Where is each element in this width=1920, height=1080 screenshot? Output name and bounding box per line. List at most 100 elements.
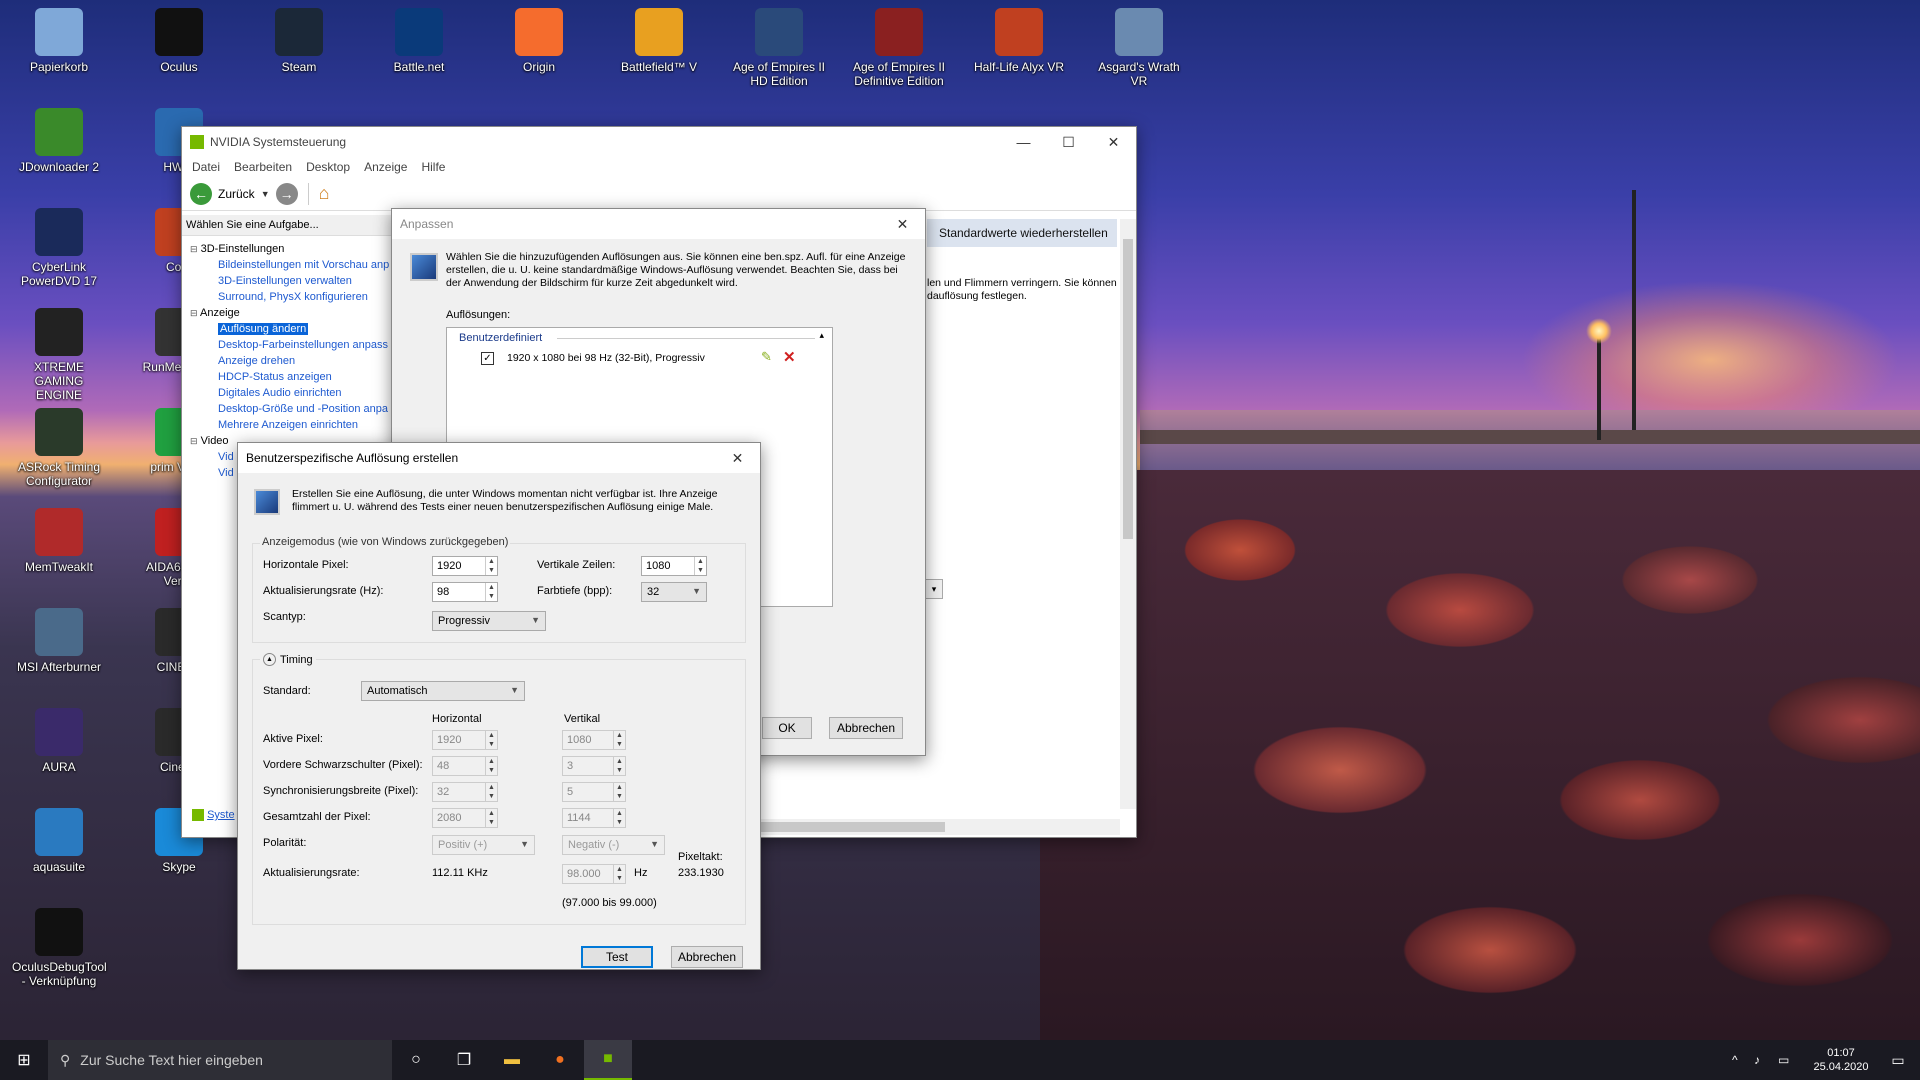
desktop-icon[interactable]: Battle.net — [372, 8, 466, 74]
file-explorer-icon[interactable]: ▬ — [488, 1040, 536, 1080]
tree-collapse-icon[interactable]: ⊟ — [190, 436, 198, 446]
desktop-icon[interactable]: MSI Afterburner — [12, 608, 106, 674]
task-view-icon[interactable]: ❐ — [440, 1040, 488, 1080]
resolution-entry[interactable]: 1920 x 1080 bei 98 Hz (32-Bit), Progress… — [507, 352, 705, 364]
chevron-down-icon: ▼ — [520, 839, 529, 849]
menu-anzeige[interactable]: Anzeige — [364, 160, 407, 174]
spinner-icon[interactable]: ▲ ▼ — [694, 557, 706, 575]
close-icon[interactable]: ✕ — [1091, 127, 1136, 157]
tree-item-selected[interactable]: Auflösung ändern — [218, 323, 309, 335]
desktop-icon-label: Papierkorb — [29, 60, 89, 74]
refresh-rate-input[interactable]: 98 ▲ ▼ — [432, 582, 498, 602]
tree-item[interactable]: Surround, PhysX konfigurieren — [190, 289, 395, 305]
desktop-icon[interactable]: Age of Empires II Definitive Edition — [852, 8, 946, 88]
nvidia-toolbar: ← Zurück ▼ → ⌂ — [182, 177, 1136, 211]
cancel-button[interactable]: Abbrechen — [829, 717, 903, 739]
close-icon[interactable]: ✕ — [880, 209, 925, 239]
h-pixel-input[interactable]: 1920 ▲ ▼ — [432, 556, 498, 576]
desktop-icon[interactable]: JDownloader 2 — [12, 108, 106, 174]
horizontal-scrollbar[interactable] — [755, 819, 1120, 835]
firefox-icon[interactable]: ● — [536, 1040, 584, 1080]
menu-datei[interactable]: Datei — [192, 160, 220, 174]
notifications-icon[interactable]: ▭ — [1876, 1052, 1920, 1069]
desktop-icon[interactable]: Oculus — [132, 8, 226, 74]
volume-icon[interactable]: ♪ — [1754, 1053, 1778, 1067]
desktop-icon[interactable]: Battlefield™ V — [612, 8, 706, 74]
dropdown-arrow-icon[interactable]: ▾ — [925, 579, 943, 599]
tree-item[interactable]: Bildeinstellungen mit Vorschau anp — [190, 257, 395, 273]
spinner-icon: ▲ ▼ — [485, 731, 497, 749]
system-info-link[interactable]: Syste — [192, 809, 235, 822]
color-depth-select[interactable]: 32 ▼ — [641, 582, 707, 602]
desktop-icon[interactable]: Steam — [252, 8, 346, 74]
desktop-icon[interactable]: CyberLink PowerDVD 17 — [12, 208, 106, 288]
tree-item[interactable]: Desktop-Farbeinstellungen anpass — [190, 337, 395, 353]
cortana-icon[interactable]: ○ — [392, 1040, 440, 1080]
v-lines-input[interactable]: 1080 ▲ ▼ — [641, 556, 707, 576]
close-icon[interactable]: ✕ — [715, 443, 760, 473]
windows-start-icon[interactable]: ⊞ — [0, 1040, 48, 1080]
desktop-icon[interactable]: XTREME GAMING ENGINE — [12, 308, 106, 402]
tree-item[interactable]: HDCP-Status anzeigen — [190, 369, 395, 385]
test-button[interactable]: Test — [581, 946, 653, 968]
menu-bearbeiten[interactable]: Bearbeiten — [234, 160, 292, 174]
desktop-icon[interactable]: AURA — [12, 708, 106, 774]
desktop-icon[interactable]: ASRock Timing Configurator — [12, 408, 106, 488]
desktop-icon[interactable]: OculusDebugTool - Verknüpfung — [12, 908, 107, 988]
standard-select[interactable]: Automatisch ▼ — [361, 681, 525, 701]
desktop-icon-label: Steam — [281, 60, 317, 74]
search-box[interactable]: ⚲ Zur Suche Text hier eingeben — [48, 1040, 392, 1080]
desktop-icon[interactable]: Age of Empires II HD Edition — [732, 8, 826, 88]
tray-expand-icon[interactable]: ^ — [1732, 1053, 1754, 1067]
desktop-icon[interactable]: MemTweakIt — [12, 508, 106, 574]
resolution-checkbox[interactable]: ✓ — [481, 352, 494, 365]
scrollbar-thumb[interactable] — [1123, 239, 1133, 539]
back-dropdown-icon[interactable]: ▼ — [261, 189, 270, 199]
timing-toggle[interactable]: ▲ Timing — [260, 653, 316, 666]
home-icon[interactable]: ⌂ — [319, 183, 330, 204]
hz-unit: Hz — [634, 867, 648, 879]
battlefield-icon — [635, 8, 683, 56]
tree-cat-display[interactable]: Anzeige — [200, 307, 240, 319]
collapse-icon[interactable]: ▴ — [819, 330, 824, 341]
back-arrow-icon[interactable]: ← — [190, 182, 212, 205]
tree-item[interactable]: 3D-Einstellungen verwalten — [190, 273, 395, 289]
spinner-icon[interactable]: ▲ ▼ — [485, 583, 497, 601]
nvidia-taskbar-icon[interactable]: ■ — [584, 1040, 632, 1080]
menu-desktop[interactable]: Desktop — [306, 160, 350, 174]
clock[interactable]: 01:07 25.04.2020 — [1806, 1046, 1876, 1074]
tree-item[interactable]: Mehrere Anzeigen einrichten — [190, 417, 395, 433]
scan-type-select[interactable]: Progressiv ▼ — [432, 611, 546, 631]
minimize-icon[interactable]: — — [1001, 127, 1046, 157]
tree-cat-video[interactable]: Video — [201, 435, 229, 447]
nvidia-menubar: Datei Bearbeiten Desktop Anzeige Hilfe — [182, 157, 1136, 177]
vertical-scrollbar[interactable] — [1120, 219, 1136, 809]
desktop-icon[interactable]: Origin — [492, 8, 586, 74]
scrollbar-thumb[interactable] — [755, 822, 945, 832]
cancel-button[interactable]: Abbrechen — [671, 946, 743, 968]
menu-hilfe[interactable]: Hilfe — [421, 160, 445, 174]
tree-item[interactable]: Desktop-Größe und -Position anpa — [190, 401, 395, 417]
refresh-hz-input: 98.000 ▲ ▼ — [562, 864, 626, 884]
collapse-chevron-icon[interactable]: ▲ — [263, 653, 276, 666]
content-text: dauflösung festlegen. — [927, 290, 1027, 302]
spinner-icon[interactable]: ▲ ▼ — [485, 557, 497, 575]
tree-item[interactable]: Anzeige drehen — [190, 353, 395, 369]
delete-icon[interactable]: ✕ — [783, 348, 796, 366]
ok-button[interactable]: OK — [762, 717, 812, 739]
tree-cat-3d[interactable]: 3D-Einstellungen — [201, 243, 285, 255]
back-button-label[interactable]: Zurück — [218, 187, 255, 201]
edit-pencil-icon[interactable]: ✎ — [761, 349, 772, 365]
tree-collapse-icon[interactable]: ⊟ — [190, 308, 198, 318]
forward-arrow-icon[interactable]: → — [275, 182, 298, 205]
desktop-icon[interactable]: Papierkorb — [12, 8, 106, 74]
restore-defaults-link[interactable]: Standardwerte wiederherstellen — [927, 219, 1117, 247]
desktop-icon[interactable]: aquasuite — [12, 808, 106, 874]
tree-collapse-icon[interactable]: ⊟ — [190, 244, 198, 254]
refresh-range: (97.000 bis 99.000) — [562, 897, 657, 909]
tree-item[interactable]: Digitales Audio einrichten — [190, 385, 395, 401]
desktop-icon[interactable]: Asgard's Wrath VR — [1092, 8, 1186, 88]
desktop-icon[interactable]: Half-Life Alyx VR — [972, 8, 1066, 74]
maximize-icon[interactable]: ☐ — [1046, 127, 1091, 157]
network-icon[interactable]: ▭ — [1778, 1053, 1806, 1067]
